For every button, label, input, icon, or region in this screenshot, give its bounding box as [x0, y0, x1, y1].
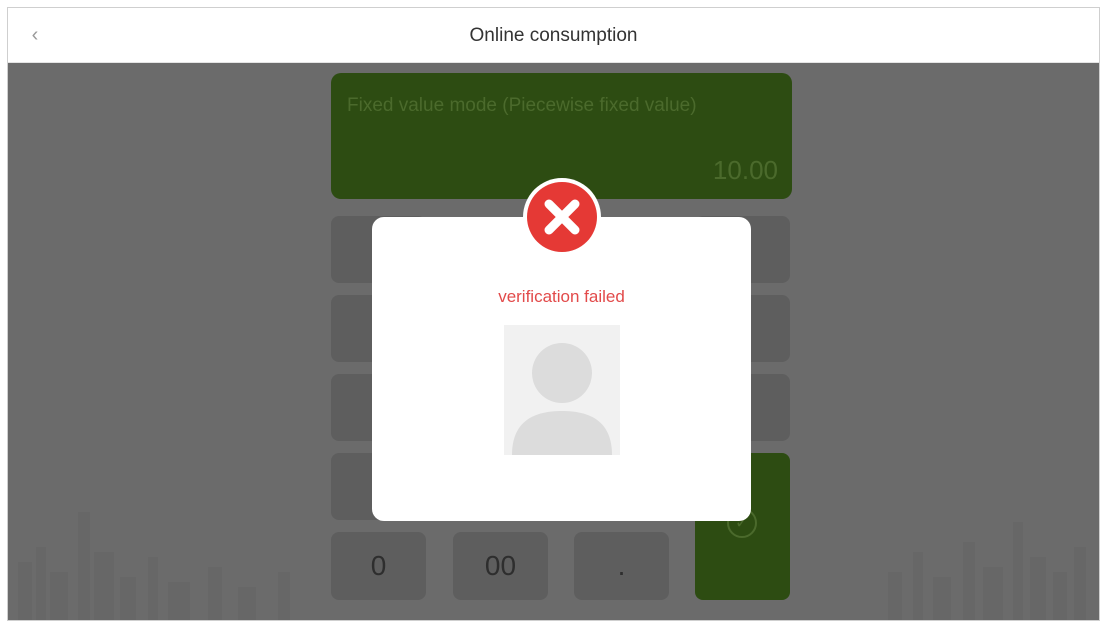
dimmed-background[interactable]: Fixed value mode (Piecewise fixed value)…: [8, 63, 1099, 620]
error-x-icon: [523, 178, 601, 256]
dialog-message: verification failed: [498, 287, 625, 306]
title-bar: ‹ Online consumption: [8, 8, 1099, 63]
verification-dialog: verification failed: [372, 217, 751, 521]
page-title: Online consumption: [469, 25, 638, 46]
amount-value: 10.00: [712, 155, 778, 185]
mode-label: Fixed value mode (Piecewise fixed value): [347, 95, 697, 116]
keypad-key-00[interactable]: 00: [453, 532, 548, 600]
keypad-key-0[interactable]: 0: [331, 532, 426, 600]
user-placeholder-icon: [504, 325, 620, 455]
app-window: ‹ Online consumption Fixed value mode (P…: [7, 7, 1100, 621]
keypad-key-dot[interactable]: .: [574, 532, 669, 600]
